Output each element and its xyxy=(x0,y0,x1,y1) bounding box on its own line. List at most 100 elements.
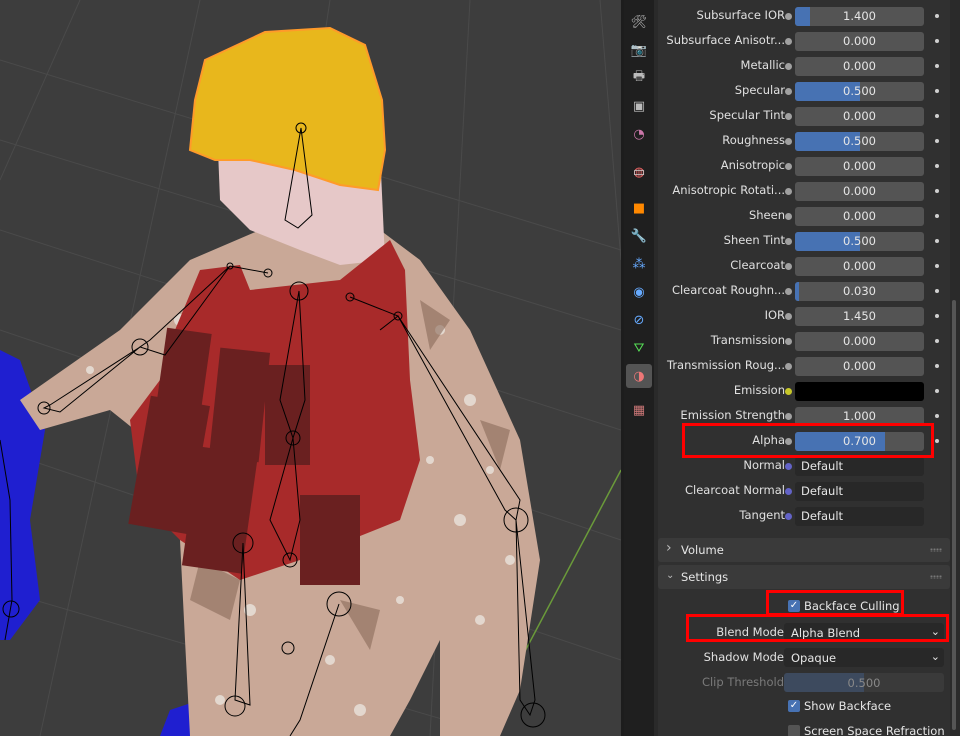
settings-panel-header[interactable]: ⌄ Settings xyxy=(658,565,950,589)
keyframe-dot-icon[interactable] xyxy=(935,164,939,168)
tab-view-layer[interactable]: ▣ xyxy=(626,94,652,118)
vector-field[interactable]: Default xyxy=(795,482,924,501)
socket-icon[interactable] xyxy=(785,63,792,70)
socket-icon[interactable] xyxy=(785,138,792,145)
keyframe-dot-icon[interactable] xyxy=(935,339,939,343)
keyframe-dot-icon[interactable] xyxy=(935,239,939,243)
socket-icon[interactable] xyxy=(785,213,792,220)
socket-icon[interactable] xyxy=(785,413,792,420)
property-label: Transmission xyxy=(710,333,785,347)
value-slider[interactable]: 0.500 xyxy=(795,232,924,251)
socket-icon[interactable] xyxy=(785,463,792,470)
property-label: Emission xyxy=(733,383,785,397)
socket-icon[interactable] xyxy=(785,263,792,270)
socket-icon[interactable] xyxy=(785,288,792,295)
keyframe-dot-icon[interactable] xyxy=(935,289,939,293)
property-value: 0.500 xyxy=(843,134,876,148)
property-row-specular: Specular 0.500 xyxy=(658,79,950,104)
keyframe-dot-icon[interactable] xyxy=(935,414,939,418)
ssr-checkbox[interactable] xyxy=(788,725,800,736)
tab-material[interactable]: ◑ xyxy=(626,364,652,388)
keyframe-dot-icon[interactable] xyxy=(935,214,939,218)
property-label: Roughness xyxy=(722,133,785,147)
output-icon: 🖶 xyxy=(632,69,646,84)
value-slider[interactable]: 0.000 xyxy=(795,107,924,126)
socket-icon[interactable] xyxy=(785,163,792,170)
value-slider[interactable]: 1.450 xyxy=(795,307,924,326)
tab-tool[interactable]: 🛠 xyxy=(626,10,652,34)
color-swatch[interactable] xyxy=(795,382,924,401)
value-slider[interactable]: 0.030 xyxy=(795,282,924,301)
ssr-row: Screen Space Refraction xyxy=(658,720,950,736)
value-slider[interactable]: 0.000 xyxy=(795,182,924,201)
keyframe-dot-icon[interactable] xyxy=(935,114,939,118)
value-slider[interactable]: 0.500 xyxy=(795,82,924,101)
viewport-scene xyxy=(0,0,621,736)
socket-icon[interactable] xyxy=(785,13,792,20)
keyframe-dot-icon[interactable] xyxy=(935,364,939,368)
value-slider[interactable]: 1.400 xyxy=(795,7,924,26)
tab-output[interactable]: 🖶 xyxy=(626,66,652,90)
socket-icon[interactable] xyxy=(785,238,792,245)
vector-field[interactable]: Default xyxy=(795,507,924,526)
tab-object-data[interactable]: ⛛ xyxy=(626,336,652,360)
keyframe-dot-icon[interactable] xyxy=(935,14,939,18)
keyframe-dot-icon[interactable] xyxy=(935,389,939,393)
alpha-highlight-box xyxy=(682,423,934,458)
value-slider[interactable]: 0.000 xyxy=(795,57,924,76)
show-backface-checkbox[interactable]: ✓ xyxy=(788,700,800,712)
socket-icon[interactable] xyxy=(785,313,792,320)
shadow-mode-dropdown[interactable]: Opaque ⌄ xyxy=(784,648,944,667)
drag-grip-icon[interactable] xyxy=(930,575,942,579)
tab-object[interactable]: ■ xyxy=(626,196,652,220)
socket-icon[interactable] xyxy=(785,388,792,395)
value-slider[interactable]: 0.000 xyxy=(795,257,924,276)
property-value: 0.030 xyxy=(843,284,876,298)
keyframe-dot-icon[interactable] xyxy=(935,64,939,68)
tab-modifier[interactable]: 🔧 xyxy=(626,224,652,248)
properties-tab-bar: 🛠 📷 🖶 ▣ ◔ ◍ ▭ ■ 🔧 ⁂ ◉ ⊘ ⛛ ◑ ▦ xyxy=(624,0,654,736)
keyframe-dot-icon[interactable] xyxy=(935,139,939,143)
volume-panel-header[interactable]: › Volume xyxy=(658,538,950,562)
tab-texture[interactable]: ▦ xyxy=(626,398,652,422)
socket-icon[interactable] xyxy=(785,513,792,520)
property-value: 0.500 xyxy=(843,84,876,98)
socket-icon[interactable] xyxy=(785,188,792,195)
tab-collection[interactable]: ▭ xyxy=(626,160,652,184)
value-slider[interactable]: 0.500 xyxy=(795,132,924,151)
property-label: Sheen Tint xyxy=(723,233,785,247)
collection-icon: ▭ xyxy=(632,164,646,180)
tab-physics[interactable]: ◉ xyxy=(626,280,652,304)
material-icon: ◑ xyxy=(633,368,645,384)
property-label: Subsurface IOR xyxy=(696,8,785,22)
keyframe-dot-icon[interactable] xyxy=(935,39,939,43)
panel-scrollbar[interactable] xyxy=(952,300,956,730)
tab-scene[interactable]: ◔ xyxy=(626,122,652,146)
value-slider[interactable]: 0.000 xyxy=(795,207,924,226)
tab-render[interactable]: 📷 xyxy=(626,38,652,62)
socket-icon[interactable] xyxy=(785,113,792,120)
ssr-label: Screen Space Refraction xyxy=(804,724,945,736)
vector-field[interactable]: Default xyxy=(795,457,924,476)
keyframe-dot-icon[interactable] xyxy=(935,314,939,318)
value-slider[interactable]: 0.000 xyxy=(795,332,924,351)
keyframe-dot-icon[interactable] xyxy=(935,189,939,193)
value-slider[interactable]: 0.000 xyxy=(795,32,924,51)
property-value: Default xyxy=(801,509,844,523)
tab-constraints[interactable]: ⊘ xyxy=(626,308,652,332)
socket-icon[interactable] xyxy=(785,38,792,45)
socket-icon[interactable] xyxy=(785,488,792,495)
tool-icon: 🛠 xyxy=(630,14,648,30)
drag-grip-icon[interactable] xyxy=(930,548,942,552)
keyframe-dot-icon[interactable] xyxy=(935,264,939,268)
socket-icon[interactable] xyxy=(785,338,792,345)
property-value: 1.450 xyxy=(843,309,876,323)
tab-particles[interactable]: ⁂ xyxy=(626,252,652,276)
value-slider[interactable]: 0.000 xyxy=(795,157,924,176)
socket-icon[interactable] xyxy=(785,88,792,95)
socket-icon[interactable] xyxy=(785,363,792,370)
value-slider[interactable]: 0.000 xyxy=(795,357,924,376)
keyframe-dot-icon[interactable] xyxy=(935,439,939,443)
3d-viewport[interactable] xyxy=(0,0,621,736)
keyframe-dot-icon[interactable] xyxy=(935,89,939,93)
